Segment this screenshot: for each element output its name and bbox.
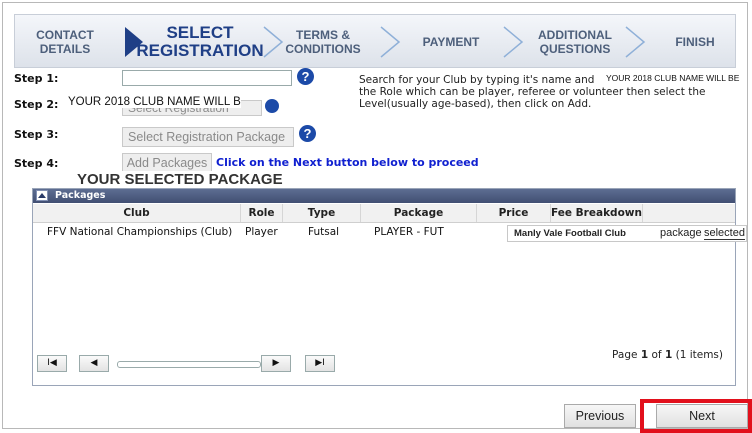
page-current: 1 (640, 349, 649, 361)
step3-label: Step 3: (14, 128, 59, 141)
package-select[interactable]: Select Registration Package ▼ (122, 127, 294, 147)
chevron-right-icon (375, 24, 403, 60)
wizard-step-select-registration[interactable]: SELECT REGISTRATION (136, 15, 263, 69)
first-page-button[interactable]: I◀ (37, 355, 67, 372)
cell-package: PLAYER - FUT (374, 226, 444, 238)
help-icon[interactable]: ? (299, 125, 316, 142)
wizard-step-line1: SELECT (166, 23, 234, 42)
step1-label: Step 1: (14, 72, 59, 85)
club-name-overlay: YOUR 2018 CLUB NAME WILL BE (598, 71, 748, 85)
page-of: of (651, 349, 662, 361)
previous-button[interactable]: Previous (564, 404, 636, 428)
wizard-progress: CONTACT DETAILS SELECT REGISTRATION TERMS … (14, 14, 736, 68)
collapse-icon[interactable] (36, 190, 48, 201)
wizard-step-line2: QUESTIONS (539, 42, 611, 56)
wizard-step-line2: REGISTRATION (136, 41, 264, 60)
fee-overlay-club: Manly Vale Football Club (514, 228, 626, 239)
wizard-step-line1: FINISH (675, 35, 715, 49)
wizard-step-line2: CONDITIONS (285, 42, 361, 56)
wizard-step-finish[interactable]: FINISH (655, 15, 735, 69)
wizard-step-payment[interactable]: PAYMENT (411, 15, 491, 69)
cell-role: Player (245, 226, 278, 238)
chevron-right-icon (498, 24, 526, 60)
help-icon[interactable] (265, 99, 279, 113)
packages-panel: Packages Club Role Type Package Price Fe… (32, 188, 736, 386)
club-name-overlay: YOUR 2018 CLUB NAME WILL B (68, 96, 241, 108)
page-items: (1 items) (675, 349, 723, 361)
wizard-step-line2: DETAILS (39, 42, 91, 56)
column-header-role[interactable]: Role (241, 204, 283, 222)
wizard-step-line1: PAYMENT (422, 35, 480, 49)
wizard-step-additional-questions[interactable]: ADDITIONAL QUESTIONS (525, 15, 625, 69)
packages-table-header: Club Role Type Package Price Fee Breakdo… (33, 204, 735, 223)
page-info: Page 1 of 1 (1 items) (612, 349, 723, 361)
cell-club: FFV National Championships (Club) (47, 226, 233, 238)
club-search-input[interactable] (122, 70, 292, 86)
packages-panel-title: Packages (55, 190, 106, 201)
column-header-club[interactable]: Club (33, 204, 241, 222)
chevron-down-icon: ▼ (289, 133, 293, 143)
help-icon[interactable]: ? (297, 68, 314, 85)
fee-breakdown-overlay: Manly Vale Football Club package selecte… (507, 225, 747, 242)
wizard-step-line1: CONTACT (36, 28, 94, 42)
next-page-button[interactable]: ▶ (261, 355, 291, 372)
last-page-button[interactable]: ▶I (305, 355, 335, 372)
packages-panel-header: Packages (33, 189, 735, 203)
prev-page-button[interactable]: ◀ (79, 355, 109, 372)
step4-label: Step 4: (14, 157, 59, 170)
wizard-step-terms-conditions[interactable]: TERMS & CONDITIONS (281, 15, 365, 69)
page-slider[interactable] (117, 361, 261, 368)
fee-overlay-selected: selected (704, 227, 745, 240)
selected-package-heading: YOUR SELECTED PACKAGE (75, 171, 285, 188)
cell-type: Futsal (308, 226, 340, 238)
column-header-fee-breakdown[interactable]: Fee Breakdown (551, 204, 643, 222)
page-word: Page (612, 349, 638, 361)
column-header-type[interactable]: Type (283, 204, 361, 222)
column-header-package[interactable]: Package (361, 204, 477, 222)
package-select-value: Select Registration Package (128, 130, 286, 144)
add-packages-button[interactable]: Add Packages (122, 153, 212, 173)
page-total: 1 (664, 349, 673, 361)
fee-overlay-text: package (660, 227, 702, 239)
wizard-step-contact-details[interactable]: CONTACT DETAILS (15, 15, 115, 69)
highlight-box (640, 399, 752, 433)
pager: I◀ ◀ ▶ ▶I Page 1 of 1 (1 items) (33, 349, 735, 385)
chevron-right-icon (620, 24, 648, 60)
wizard-step-line1: TERMS & (296, 28, 350, 42)
proceed-instruction: Click on the Next button below to procee… (216, 156, 479, 169)
column-header-price[interactable]: Price (477, 204, 551, 222)
step2-label: Step 2: (14, 98, 59, 111)
wizard-step-line1: ADDITIONAL (538, 28, 612, 42)
